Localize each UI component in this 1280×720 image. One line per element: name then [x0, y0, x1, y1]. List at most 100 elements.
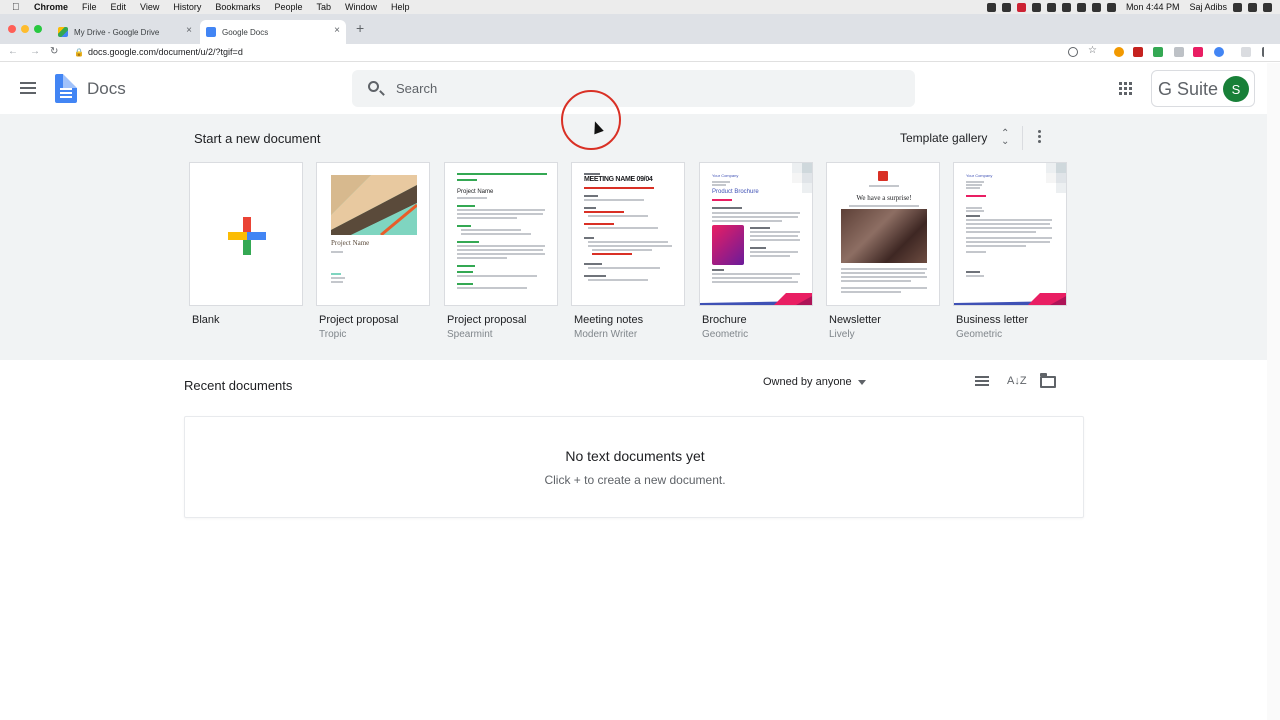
wifi-icon[interactable]: [1091, 2, 1101, 12]
unfold-icon: ⌃ ⌄: [1001, 128, 1010, 147]
close-tab-icon[interactable]: ×: [334, 25, 340, 36]
status-icon[interactable]: [1061, 2, 1071, 12]
template-thumbnail[interactable]: Project Name: [316, 162, 430, 306]
template-thumbnail[interactable]: [189, 162, 303, 306]
docs-icon: [206, 27, 216, 37]
template-thumbnail[interactable]: We have a surprise!: [826, 162, 940, 306]
template-thumbnail[interactable]: Your Company: [953, 162, 1067, 306]
chrome-menu-icon[interactable]: [1262, 47, 1266, 57]
menu-people[interactable]: People: [274, 2, 302, 12]
template-thumbnail[interactable]: Project Name: [444, 162, 558, 306]
menu-file[interactable]: File: [82, 2, 97, 12]
status-icon[interactable]: [1001, 2, 1011, 12]
dropbox-icon[interactable]: [1031, 2, 1041, 12]
more-options-icon[interactable]: [1038, 130, 1043, 143]
account-button[interactable]: G Suite S: [1151, 70, 1255, 107]
sort-az-icon[interactable]: A↓Z: [1007, 375, 1027, 387]
template-card-newsletter[interactable]: We have a surprise! Newsletter Lively: [826, 162, 940, 340]
folder-picker-icon[interactable]: [1040, 373, 1056, 388]
search-icon[interactable]: [368, 81, 379, 92]
reload-icon[interactable]: ↻: [50, 46, 58, 57]
template-subtitle: Geometric: [702, 329, 749, 340]
zoom-window-button[interactable]: [34, 25, 42, 33]
search-input[interactable]: [396, 79, 896, 97]
url-field[interactable]: 🔒 docs.google.com/document/u/2/?tgif=d: [74, 47, 243, 57]
apple-icon[interactable]: : [12, 2, 22, 13]
extension-icon[interactable]: [1153, 47, 1163, 57]
tab-google-docs[interactable]: Google Docs ×: [200, 20, 346, 44]
owner-filter-dropdown[interactable]: Owned by anyone: [763, 376, 866, 388]
siri-icon[interactable]: [1248, 2, 1257, 12]
close-window-button[interactable]: [8, 25, 16, 33]
template-thumbnail[interactable]: MEETING NAME 09/04: [571, 162, 685, 306]
caret-down-icon: [857, 379, 866, 385]
menu-help[interactable]: Help: [391, 2, 410, 12]
menu-bookmarks[interactable]: Bookmarks: [215, 2, 260, 12]
tab-my-drive[interactable]: My Drive - Google Drive ×: [52, 20, 198, 44]
scrollbar[interactable]: [1267, 63, 1280, 720]
template-card-meeting-notes[interactable]: MEETING NAME 09/04 Meeting notes Modern …: [571, 162, 685, 340]
thumb-title: MEETING NAME 09/04: [584, 176, 653, 183]
notification-center-icon[interactable]: [1263, 2, 1272, 12]
template-card-blank[interactable]: Blank: [189, 162, 303, 326]
search-box[interactable]: [352, 70, 915, 107]
owner-filter-label: Owned by anyone: [763, 376, 852, 388]
volume-icon[interactable]: [1106, 2, 1116, 12]
main-menu-icon[interactable]: [20, 82, 36, 94]
template-card-project-proposal-tropic[interactable]: Project Name Project proposal Tropic: [316, 162, 430, 340]
app-name[interactable]: Docs: [87, 79, 126, 99]
extension-icon[interactable]: [1241, 47, 1251, 57]
geometric-footer: [700, 293, 812, 305]
extension-icon[interactable]: [1174, 47, 1184, 57]
status-icon[interactable]: [1046, 2, 1056, 12]
menubar-clock[interactable]: Mon 4:44 PM: [1126, 2, 1180, 12]
lock-icon[interactable]: 🔒: [74, 48, 84, 57]
thumb-title: Project Name: [457, 189, 494, 195]
menu-tab[interactable]: Tab: [316, 2, 331, 12]
tropic-graphic: [331, 175, 417, 235]
template-subtitle: Modern Writer: [574, 329, 638, 340]
template-thumbnail[interactable]: Your Company Product Brochure: [699, 162, 813, 306]
template-gallery-band: Start a new document Template gallery ⌃ ⌄…: [0, 114, 1267, 360]
drive-icon: [58, 27, 68, 37]
google-apps-icon[interactable]: [1119, 82, 1132, 95]
extension-icon[interactable]: [1114, 47, 1124, 57]
extension-icon[interactable]: [1133, 47, 1143, 57]
tab-title: Google Docs: [222, 27, 269, 37]
menu-window[interactable]: Window: [345, 2, 377, 12]
thumb-title: Project Name: [331, 239, 370, 247]
window-controls: [8, 25, 42, 33]
template-card-business-letter[interactable]: Your Company Business letter Geometric: [953, 162, 1067, 340]
template-gallery-button[interactable]: Template gallery ⌃ ⌄: [900, 129, 1009, 147]
docs-logo-icon[interactable]: [55, 74, 77, 103]
list-view-icon[interactable]: [975, 376, 989, 388]
avatar[interactable]: S: [1223, 76, 1249, 102]
menubar-user[interactable]: Saj Adibs: [1189, 2, 1227, 12]
back-icon[interactable]: ←: [8, 46, 18, 57]
close-tab-icon[interactable]: ×: [186, 25, 192, 36]
menu-edit[interactable]: Edit: [111, 2, 127, 12]
forward-icon[interactable]: →: [30, 46, 40, 57]
spotlight-icon[interactable]: [1233, 2, 1242, 12]
zoom-icon[interactable]: [1068, 47, 1078, 57]
template-name: Newsletter: [829, 314, 881, 326]
time-machine-icon[interactable]: [1076, 2, 1086, 12]
menu-history[interactable]: History: [173, 2, 201, 12]
thumb-title: We have a surprise!: [856, 194, 912, 202]
status-icon[interactable]: [1016, 2, 1026, 12]
url-text: docs.google.com/document/u/2/?tgif=d: [87, 47, 243, 57]
bookmark-star-icon[interactable]: ☆: [1088, 45, 1097, 56]
phone-image: [712, 225, 744, 265]
template-card-project-proposal-spearmint[interactable]: Project Name Project proposal Spearmint: [444, 162, 558, 340]
template-name: Brochure: [702, 314, 747, 326]
template-card-brochure[interactable]: Your Company Product Brochure Brochure G…: [699, 162, 813, 340]
template-name: Project proposal: [447, 314, 527, 326]
browser-tab-strip: My Drive - Google Drive × Google Docs × …: [0, 14, 1280, 44]
extension-icon[interactable]: [1214, 47, 1224, 57]
extension-icon[interactable]: [1193, 47, 1203, 57]
record-icon[interactable]: [986, 2, 996, 12]
menu-app-name[interactable]: Chrome: [34, 2, 68, 12]
new-tab-button[interactable]: +: [356, 20, 364, 36]
menu-view[interactable]: View: [140, 2, 159, 12]
minimize-window-button[interactable]: [21, 25, 29, 33]
